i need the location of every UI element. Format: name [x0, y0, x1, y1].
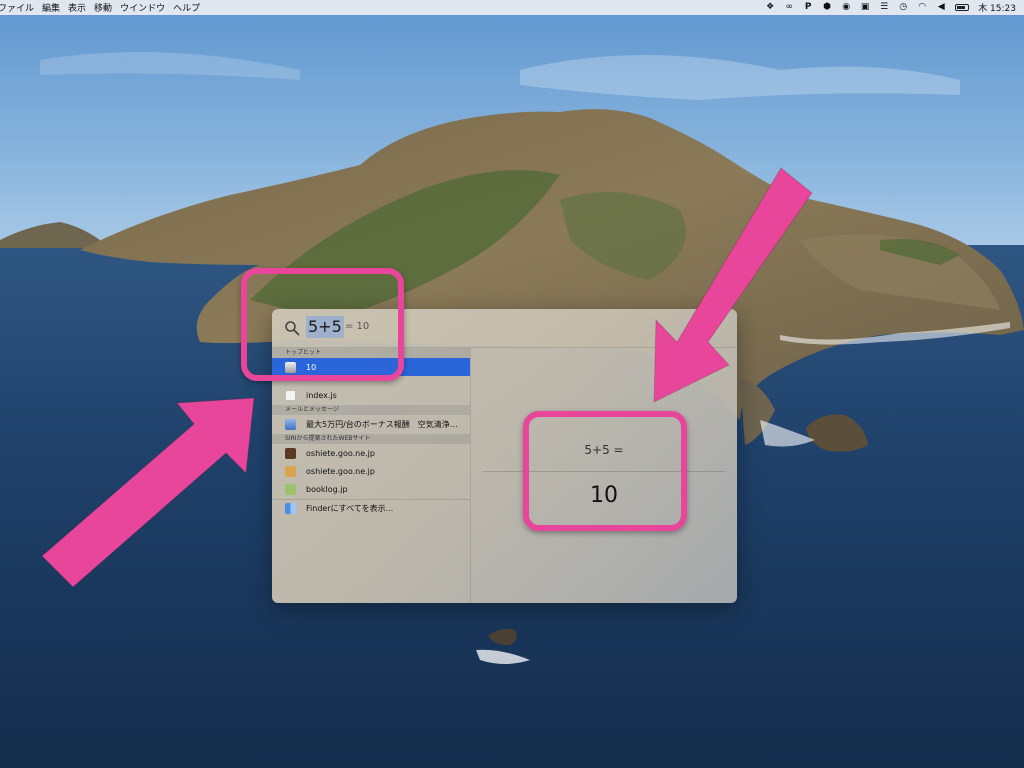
- menu-window[interactable]: ウインドウ: [120, 1, 173, 14]
- p-icon[interactable]: P: [803, 3, 813, 12]
- time-machine-icon[interactable]: ◷: [898, 3, 908, 12]
- menu-bar-menus: ファイル 編集 表示 移動 ウインドウ ヘルプ: [0, 1, 208, 14]
- js-file-icon: [285, 389, 296, 401]
- booklog-favicon: [285, 483, 296, 495]
- wifi-icon[interactable]: ◠: [917, 3, 927, 12]
- result-label: booklog.jp: [306, 484, 348, 494]
- menu-help[interactable]: ヘルプ: [173, 1, 208, 14]
- goo-favicon: [285, 447, 296, 459]
- section-header-mail: メールとメッセージ: [272, 405, 470, 415]
- menu-bar-status: ❖ ∞ P ⬢ ◉ ▣ ☰ ◷ ◠ ◀ 木 15:23: [765, 1, 1024, 15]
- result-label: oshiete.goo.ne.jp: [306, 448, 375, 458]
- menu-bar: ファイル 編集 表示 移動 ウインドウ ヘルプ ❖ ∞ P ⬢ ◉ ▣ ☰ ◷ …: [0, 0, 1024, 15]
- result-label: 最大5万円/台のボーナス報酬 空気清浄…: [306, 419, 458, 429]
- menu-file[interactable]: ファイル: [0, 1, 42, 14]
- show-all-in-finder[interactable]: Finderにすべてを表示...: [272, 499, 470, 517]
- result-label: index.js: [306, 390, 337, 400]
- dropbox-icon[interactable]: ❖: [765, 3, 775, 12]
- goo-favicon: [285, 465, 296, 477]
- result-web-oshiete-1[interactable]: oshiete.goo.ne.jp: [272, 444, 470, 462]
- 1password-icon[interactable]: ◉: [841, 3, 851, 12]
- results-list: トップヒット 10 index.js メールとメッセージ 最大5万円/台のボーナ…: [272, 348, 471, 603]
- volume-icon[interactable]: ◀: [936, 3, 946, 12]
- menu-go[interactable]: 移動: [94, 1, 120, 14]
- callout-search-query: [241, 268, 404, 381]
- shield-icon[interactable]: ⬢: [822, 3, 832, 12]
- finder-icon: [285, 503, 296, 514]
- menu-edit[interactable]: 編集: [42, 1, 68, 14]
- result-mail[interactable]: 最大5万円/台のボーナス報酬 空気清浄…: [272, 415, 470, 433]
- clock[interactable]: 木 15:23: [978, 1, 1016, 14]
- section-header-siri-websites: SIRIから提案されたWEBサイト: [272, 434, 470, 444]
- menu-view[interactable]: 表示: [68, 1, 94, 14]
- result-label: oshiete.goo.ne.jp: [306, 466, 375, 476]
- creative-cloud-icon[interactable]: ∞: [784, 3, 794, 12]
- battery-icon[interactable]: [955, 4, 970, 11]
- result-web-oshiete-2[interactable]: oshiete.goo.ne.jp: [272, 462, 470, 480]
- mail-icon: [285, 418, 296, 430]
- result-web-booklog[interactable]: booklog.jp: [272, 480, 470, 498]
- result-label: Finderにすべてを表示...: [306, 504, 394, 513]
- result-index-js[interactable]: index.js: [272, 386, 470, 404]
- menu-icon[interactable]: ☰: [879, 3, 889, 12]
- callout-calc-result: [523, 411, 687, 531]
- screen-icon[interactable]: ▣: [860, 3, 870, 12]
